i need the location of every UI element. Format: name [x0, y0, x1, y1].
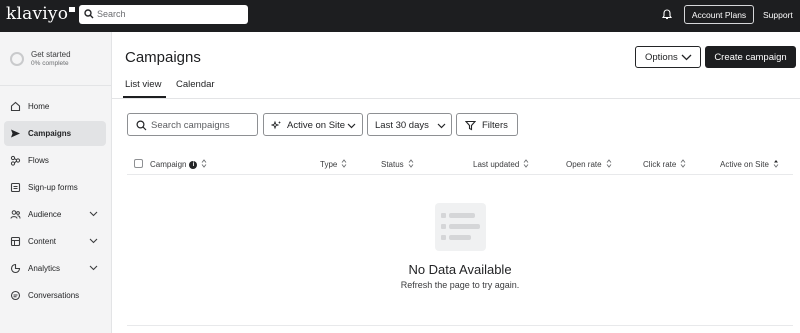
- sparkle-icon: [271, 120, 281, 130]
- filters-button[interactable]: Filters: [456, 113, 518, 136]
- sort-icon: [341, 159, 347, 170]
- sidebar-item-signup-forms[interactable]: Sign-up forms: [4, 175, 106, 200]
- chevron-down-icon: [347, 123, 356, 129]
- filter-funnel-icon: [465, 120, 476, 131]
- sidebar-item-analytics[interactable]: Analytics: [4, 256, 106, 281]
- search-icon: [136, 120, 147, 131]
- page-title: Campaigns: [125, 49, 201, 66]
- info-icon[interactable]: i: [189, 160, 198, 169]
- empty-state-title: No Data Available: [408, 262, 512, 277]
- column-header-label: Type: [320, 160, 338, 169]
- empty-list-illustration-icon: [435, 203, 486, 251]
- content-icon: [10, 236, 21, 247]
- sidebar-item-label: Flows: [28, 156, 49, 165]
- column-header-label: Active on Site: [720, 160, 769, 169]
- global-search-placeholder: Search: [97, 9, 126, 19]
- select-all-checkbox[interactable]: [134, 159, 143, 168]
- sidebar-item-content[interactable]: Content: [4, 229, 106, 254]
- analytics-icon: [10, 263, 21, 274]
- tabs-divider: [112, 98, 800, 99]
- sidebar-divider: [0, 85, 111, 86]
- account-plans-button[interactable]: Account Plans: [684, 5, 754, 24]
- filters-label: Filters: [482, 120, 508, 131]
- sidebar-item-label: Campaigns: [28, 129, 72, 138]
- global-search-input[interactable]: Search: [79, 5, 248, 24]
- sidebar-item-label: Home: [28, 102, 50, 111]
- column-header-label: Click rate: [643, 160, 677, 169]
- form-icon: [10, 182, 21, 193]
- tab-calendar[interactable]: Calendar: [176, 79, 215, 90]
- campaign-search-placeholder: Search campaigns: [151, 120, 230, 131]
- support-link[interactable]: Support: [763, 10, 793, 20]
- column-header-status[interactable]: Status: [381, 159, 414, 170]
- active-on-site-dropdown[interactable]: Active on Site: [263, 113, 363, 136]
- sidebar-item-home[interactable]: Home: [4, 94, 106, 119]
- chevron-down-icon: [437, 123, 446, 129]
- column-header-active-on-site[interactable]: Active on Site: [720, 159, 779, 170]
- column-header-label: Last updated: [473, 160, 520, 169]
- search-icon: [84, 9, 94, 19]
- chat-icon: [10, 290, 21, 301]
- create-campaign-button[interactable]: Create campaign: [705, 46, 796, 68]
- progress-ring-icon[interactable]: [10, 52, 24, 66]
- active-on-site-label: Active on Site: [287, 120, 346, 131]
- sort-icon: [408, 159, 414, 170]
- klaviyo-logo[interactable]: klaviyo: [6, 4, 76, 24]
- date-range-label: Last 30 days: [375, 120, 429, 131]
- notifications-bell-icon[interactable]: [662, 9, 672, 20]
- people-icon: [10, 210, 21, 219]
- sort-descending-icon: [773, 159, 779, 170]
- sidebar-item-campaigns[interactable]: Campaigns: [4, 121, 106, 146]
- options-label: Options: [645, 51, 678, 63]
- column-header-label: Open rate: [566, 160, 602, 169]
- campaign-search-input[interactable]: Search campaigns: [127, 113, 258, 136]
- logo-text: klaviyo: [6, 4, 69, 24]
- options-button[interactable]: Options: [635, 46, 701, 68]
- chevron-down-icon: [681, 54, 692, 61]
- column-header-type[interactable]: Type: [320, 159, 347, 170]
- sidebar-item-label: Content: [28, 237, 57, 246]
- sidebar-item-label: Sign-up forms: [28, 183, 78, 192]
- table-header-divider: [127, 174, 793, 175]
- tab-list-view[interactable]: List view: [125, 79, 161, 90]
- column-header-last-updated[interactable]: Last updated: [473, 159, 529, 170]
- chevron-down-icon: [89, 238, 98, 244]
- sort-icon: [523, 159, 529, 170]
- home-icon: [10, 101, 21, 112]
- get-started-title[interactable]: Get started: [31, 50, 71, 59]
- get-started-progress: 0% complete: [31, 60, 69, 67]
- column-header-label: Status: [381, 160, 404, 169]
- sort-icon: [201, 159, 207, 170]
- date-range-dropdown[interactable]: Last 30 days: [367, 113, 452, 136]
- column-header-label: Campaign: [150, 160, 187, 169]
- chevron-down-icon: [89, 265, 98, 271]
- table-bottom-divider: [127, 325, 793, 326]
- sidebar-item-label: Audience: [28, 210, 62, 219]
- sort-icon: [606, 159, 612, 170]
- flows-icon: [10, 155, 21, 166]
- sidebar-item-conversations[interactable]: Conversations: [4, 283, 106, 308]
- column-header-campaign[interactable]: Campaign i: [150, 159, 207, 170]
- sidebar-item-label: Conversations: [28, 291, 80, 300]
- chevron-down-icon: [89, 211, 98, 217]
- top-bar: klaviyo Search Account Plans Support: [0, 0, 800, 32]
- send-icon: [11, 129, 20, 138]
- empty-state-subtitle: Refresh the page to try again.: [400, 280, 520, 290]
- column-header-open-rate[interactable]: Open rate: [566, 159, 612, 170]
- logo-flag-icon: [69, 7, 76, 12]
- sidebar-item-label: Analytics: [28, 264, 61, 273]
- sidebar-item-flows[interactable]: Flows: [4, 148, 106, 173]
- sidebar: Get started 0% complete Home Campaigns F…: [0, 32, 112, 333]
- sidebar-item-audience[interactable]: Audience: [4, 202, 106, 227]
- sort-icon: [680, 159, 686, 170]
- column-header-click-rate[interactable]: Click rate: [643, 159, 686, 170]
